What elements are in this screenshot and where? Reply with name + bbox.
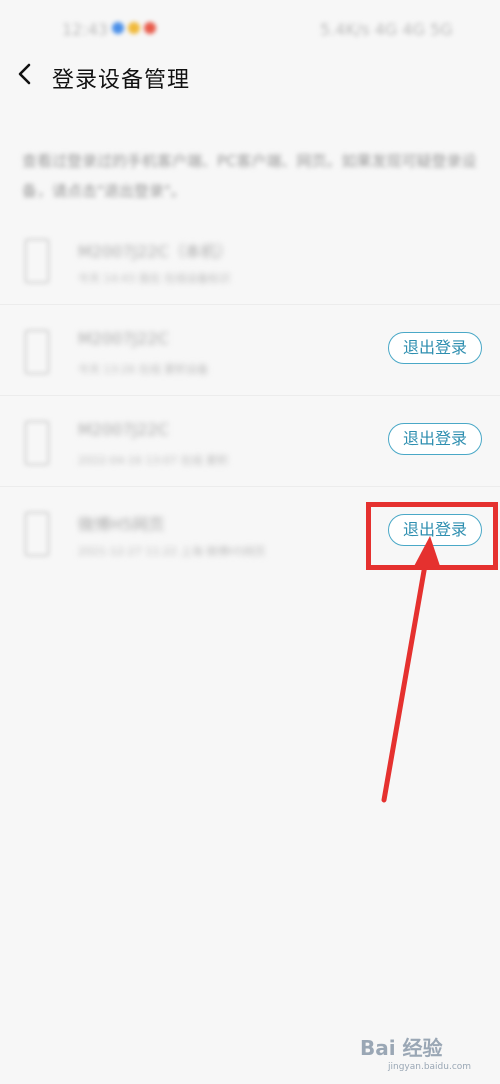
annotation-highlight-box xyxy=(366,502,498,570)
logout-button[interactable]: 退出登录 xyxy=(388,332,482,364)
watermark-logo: Bai 经验 xyxy=(360,1036,443,1060)
device-name: M2007J22C xyxy=(78,329,169,348)
top-bar: 登录设备管理 xyxy=(0,52,500,98)
device-row: M2007J22C 2022-04-16 13:07 在线 累积 退出登录 xyxy=(0,396,500,487)
description-text: 查看过登录过的手机客户端、PC客户端、网页。如果发现可疑登录设备，请点击"退出登… xyxy=(22,152,477,200)
page-title: 登录设备管理 xyxy=(52,68,191,93)
phone-icon xyxy=(24,238,50,284)
device-info: 2022-04-16 13:07 在线 累积 xyxy=(78,454,229,467)
device-name: M2007J22C xyxy=(78,420,169,439)
chevron-left-icon xyxy=(18,63,31,85)
status-bar: 12:43 5.4K/s 4G 4G 5G xyxy=(0,0,500,60)
back-button[interactable] xyxy=(14,62,38,86)
device-info: 今天 14:43 我在 在线设备标识 xyxy=(78,272,231,285)
notification-icons xyxy=(112,22,156,34)
phone-icon xyxy=(24,420,50,466)
device-row: M2007J22C 今天 13:26 在线 累积设备 退出登录 xyxy=(0,305,500,396)
status-time: 12:43 xyxy=(62,20,109,39)
device-row: M2007J22C（本机） 今天 14:43 我在 在线设备标识 xyxy=(0,214,500,305)
watermark-url: jingyan.baidu.com xyxy=(388,1062,472,1072)
phone-icon xyxy=(24,329,50,375)
device-info: 今天 13:26 在线 累积设备 xyxy=(78,363,209,376)
phone-icon xyxy=(24,511,50,557)
notification-dot-icon xyxy=(112,22,124,34)
device-name: 微博H5网页 xyxy=(78,515,165,534)
device-info: 2021-12-27 11:22 上海 微博H5网页 xyxy=(78,545,266,558)
logout-button[interactable]: 退出登录 xyxy=(388,423,482,455)
notification-dot-icon xyxy=(144,22,156,34)
notification-dot-icon xyxy=(128,22,140,34)
status-right-indicators: 5.4K/s 4G 4G 5G xyxy=(320,20,453,39)
device-name: M2007J22C（本机） xyxy=(78,242,233,261)
